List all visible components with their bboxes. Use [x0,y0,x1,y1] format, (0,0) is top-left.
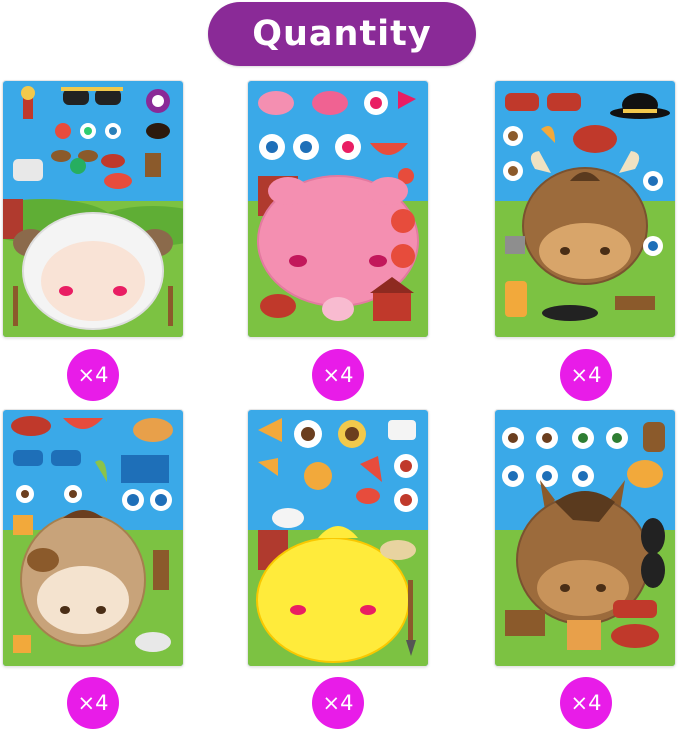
sticker-sheet-pig [248,81,428,337]
quantity-badge: ×4 [312,677,364,729]
sticker-sheet-horse [495,410,675,666]
sticker-sheet-chick [248,410,428,666]
bull-sticker-illustration [495,81,675,337]
quantity-badge: ×4 [67,349,119,401]
chick-sticker-illustration [248,410,428,666]
quantity-badge: ×4 [560,349,612,401]
sheep-sticker-illustration [3,81,183,337]
sticker-sheet-bull [495,81,675,337]
sticker-sheet-cow [3,410,183,666]
pig-sticker-illustration [248,81,428,337]
quantity-badge: ×4 [67,677,119,729]
sticker-sheet-sheep [3,81,183,337]
cow-sticker-illustration [3,410,183,666]
quantity-title: Quantity [252,14,432,54]
quantity-title-pill: Quantity [208,2,476,66]
horse-sticker-illustration [495,410,675,666]
quantity-badge: ×4 [312,349,364,401]
quantity-badge: ×4 [560,677,612,729]
